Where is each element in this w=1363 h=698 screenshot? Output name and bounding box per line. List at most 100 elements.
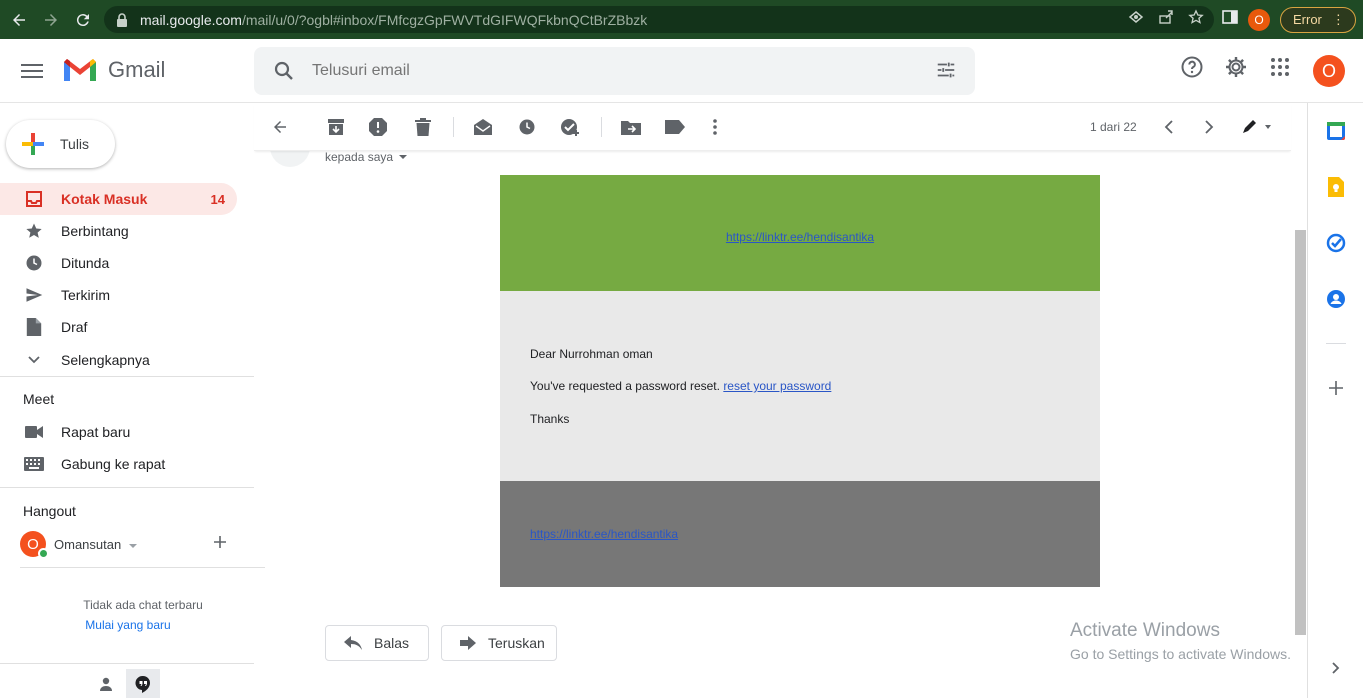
no-chat-text: Tidak ada chat terbaru bbox=[83, 598, 203, 612]
keep-icon[interactable] bbox=[1326, 177, 1346, 197]
sidebar-item-label: Draf bbox=[61, 319, 88, 335]
gmail-wordmark: Gmail bbox=[108, 57, 166, 82]
apps-grid-icon[interactable] bbox=[1268, 55, 1292, 84]
side-panel-divider bbox=[1326, 343, 1346, 344]
settings-gear-icon[interactable] bbox=[1224, 55, 1248, 84]
contacts-person-icon[interactable] bbox=[89, 669, 123, 698]
sidebar-item-more[interactable]: Selengkapnya bbox=[0, 344, 237, 376]
back-to-inbox-icon[interactable] bbox=[268, 115, 292, 139]
sidebar-item-inbox[interactable]: Kotak Masuk 14 bbox=[0, 183, 237, 215]
hangout-bottom-bar bbox=[0, 663, 254, 698]
hangout-user-status[interactable]: O Omansutan bbox=[20, 531, 138, 559]
compose-button[interactable]: Tulis bbox=[6, 120, 115, 168]
sidebar-item-label: Kotak Masuk bbox=[61, 191, 148, 207]
meet-join-meeting[interactable]: Gabung ke rapat bbox=[0, 448, 237, 480]
start-chat-link[interactable]: Mulai yang baru bbox=[1, 618, 255, 632]
help-icon[interactable] bbox=[1180, 55, 1204, 84]
reload-icon[interactable] bbox=[67, 0, 99, 39]
account-avatar[interactable]: O bbox=[1313, 55, 1345, 87]
more-options-icon[interactable] bbox=[703, 115, 727, 139]
meet-section-title: Meet bbox=[23, 391, 55, 407]
browser-profile-avatar[interactable]: O bbox=[1248, 8, 1270, 31]
add-chat-plus-icon[interactable] bbox=[213, 535, 227, 554]
pagination-label: 1 dari 22 bbox=[1090, 120, 1137, 134]
caret-down-icon bbox=[129, 537, 138, 552]
hangout-section-title: Hangout bbox=[23, 503, 76, 519]
delete-trash-icon[interactable] bbox=[411, 115, 435, 139]
label-tag-icon[interactable] bbox=[663, 115, 687, 139]
search-input[interactable] bbox=[312, 62, 912, 80]
sidebar-item-label: Terkirim bbox=[61, 287, 110, 303]
newer-chevron-left-icon[interactable] bbox=[1157, 115, 1181, 139]
share-icon[interactable] bbox=[1158, 9, 1174, 30]
search-options-icon[interactable] bbox=[935, 59, 957, 81]
message-scrollbar[interactable] bbox=[1295, 230, 1306, 635]
mark-unread-icon[interactable] bbox=[471, 115, 495, 139]
main-menu-icon[interactable] bbox=[21, 60, 43, 82]
snooze-clock-icon[interactable] bbox=[515, 115, 539, 139]
lock-icon bbox=[116, 12, 130, 27]
email-thanks: Thanks bbox=[530, 412, 570, 426]
inbox-unread-count: 14 bbox=[210, 191, 225, 207]
archive-icon[interactable] bbox=[324, 115, 348, 139]
forward-label: Teruskan bbox=[488, 635, 545, 651]
sidebar-item-drafts[interactable]: Draf bbox=[0, 311, 237, 343]
back-arrow-icon[interactable] bbox=[3, 0, 35, 39]
older-chevron-right-icon[interactable] bbox=[1197, 115, 1221, 139]
browser-error-button[interactable]: Error ⋮ bbox=[1280, 6, 1356, 33]
caret-down-icon bbox=[399, 155, 408, 159]
reply-button[interactable]: Balas bbox=[325, 625, 429, 661]
forward-arrow-icon bbox=[460, 636, 476, 650]
recipient-details[interactable]: kepada saya bbox=[325, 150, 408, 164]
sidebar-divider bbox=[0, 487, 254, 488]
hangouts-chat-icon[interactable] bbox=[126, 669, 160, 698]
star-icon bbox=[24, 221, 44, 241]
report-spam-icon[interactable] bbox=[366, 115, 390, 139]
reset-line-text: You've requested a password reset. bbox=[530, 379, 720, 393]
bookmark-star-icon[interactable] bbox=[1188, 9, 1204, 30]
gmail-logo[interactable]: Gmail bbox=[62, 56, 165, 84]
kebab-menu-icon: ⋮ bbox=[1331, 11, 1345, 27]
side-panel-icon[interactable] bbox=[1222, 9, 1238, 30]
reset-password-link[interactable]: reset your password bbox=[723, 379, 831, 393]
meet-new-meeting[interactable]: Rapat baru bbox=[0, 416, 237, 448]
activation-subtitle: Go to Settings to activate Windows. bbox=[1070, 646, 1291, 662]
address-bar[interactable]: mail.google.com/mail/u/0/?ogbl#inbox/FMf… bbox=[104, 6, 1214, 33]
email-footer: https://linktr.ee/hendisantika bbox=[500, 481, 1100, 587]
email-body: Dear Nurrohman oman You've requested a p… bbox=[500, 291, 1100, 481]
add-addon-plus-icon[interactable] bbox=[1326, 378, 1346, 398]
add-to-tasks-icon[interactable] bbox=[558, 115, 582, 139]
browser-toolbar: mail.google.com/mail/u/0/?ogbl#inbox/FMf… bbox=[0, 0, 1363, 39]
forward-button[interactable]: Teruskan bbox=[441, 625, 557, 661]
footer-linktree-link[interactable]: https://linktr.ee/hendisantika bbox=[530, 527, 678, 541]
gmail-m-icon bbox=[64, 59, 96, 81]
expand-panel-chevron-icon[interactable] bbox=[1326, 658, 1346, 678]
draft-file-icon bbox=[24, 317, 44, 337]
hangout-avatar: O bbox=[20, 531, 49, 559]
hangout-divider bbox=[20, 567, 265, 568]
reply-label: Balas bbox=[374, 635, 410, 651]
toolbar-separator bbox=[601, 117, 602, 137]
eye-icon[interactable] bbox=[1128, 9, 1144, 30]
sidebar-item-starred[interactable]: Berbintang bbox=[0, 215, 237, 247]
side-panel bbox=[1307, 103, 1363, 698]
search-icon[interactable] bbox=[272, 59, 296, 83]
sidebar-item-label: Selengkapnya bbox=[61, 352, 150, 368]
email-header-banner: https://linktr.ee/hendisantika bbox=[500, 175, 1100, 291]
sidebar-item-sent[interactable]: Terkirim bbox=[0, 279, 237, 311]
sidebar-item-snoozed[interactable]: Ditunda bbox=[0, 247, 237, 279]
sidebar-item-label: Ditunda bbox=[61, 255, 110, 271]
move-to-folder-icon[interactable] bbox=[619, 115, 643, 139]
tasks-icon[interactable] bbox=[1326, 233, 1346, 253]
search-bar[interactable] bbox=[254, 47, 975, 95]
chevron-down-icon bbox=[24, 350, 44, 370]
header-linktree-link[interactable]: https://linktr.ee/hendisantika bbox=[500, 230, 1100, 244]
clock-icon bbox=[24, 253, 44, 273]
gmail-header: Gmail O bbox=[0, 39, 1363, 103]
input-tools-pencil-icon[interactable] bbox=[1236, 115, 1276, 139]
calendar-icon[interactable] bbox=[1326, 121, 1346, 141]
contacts-icon[interactable] bbox=[1326, 289, 1346, 309]
forward-arrow-icon[interactable] bbox=[35, 0, 67, 39]
hangout-username: Omansutan bbox=[54, 536, 122, 552]
error-label: Error bbox=[1293, 12, 1322, 27]
